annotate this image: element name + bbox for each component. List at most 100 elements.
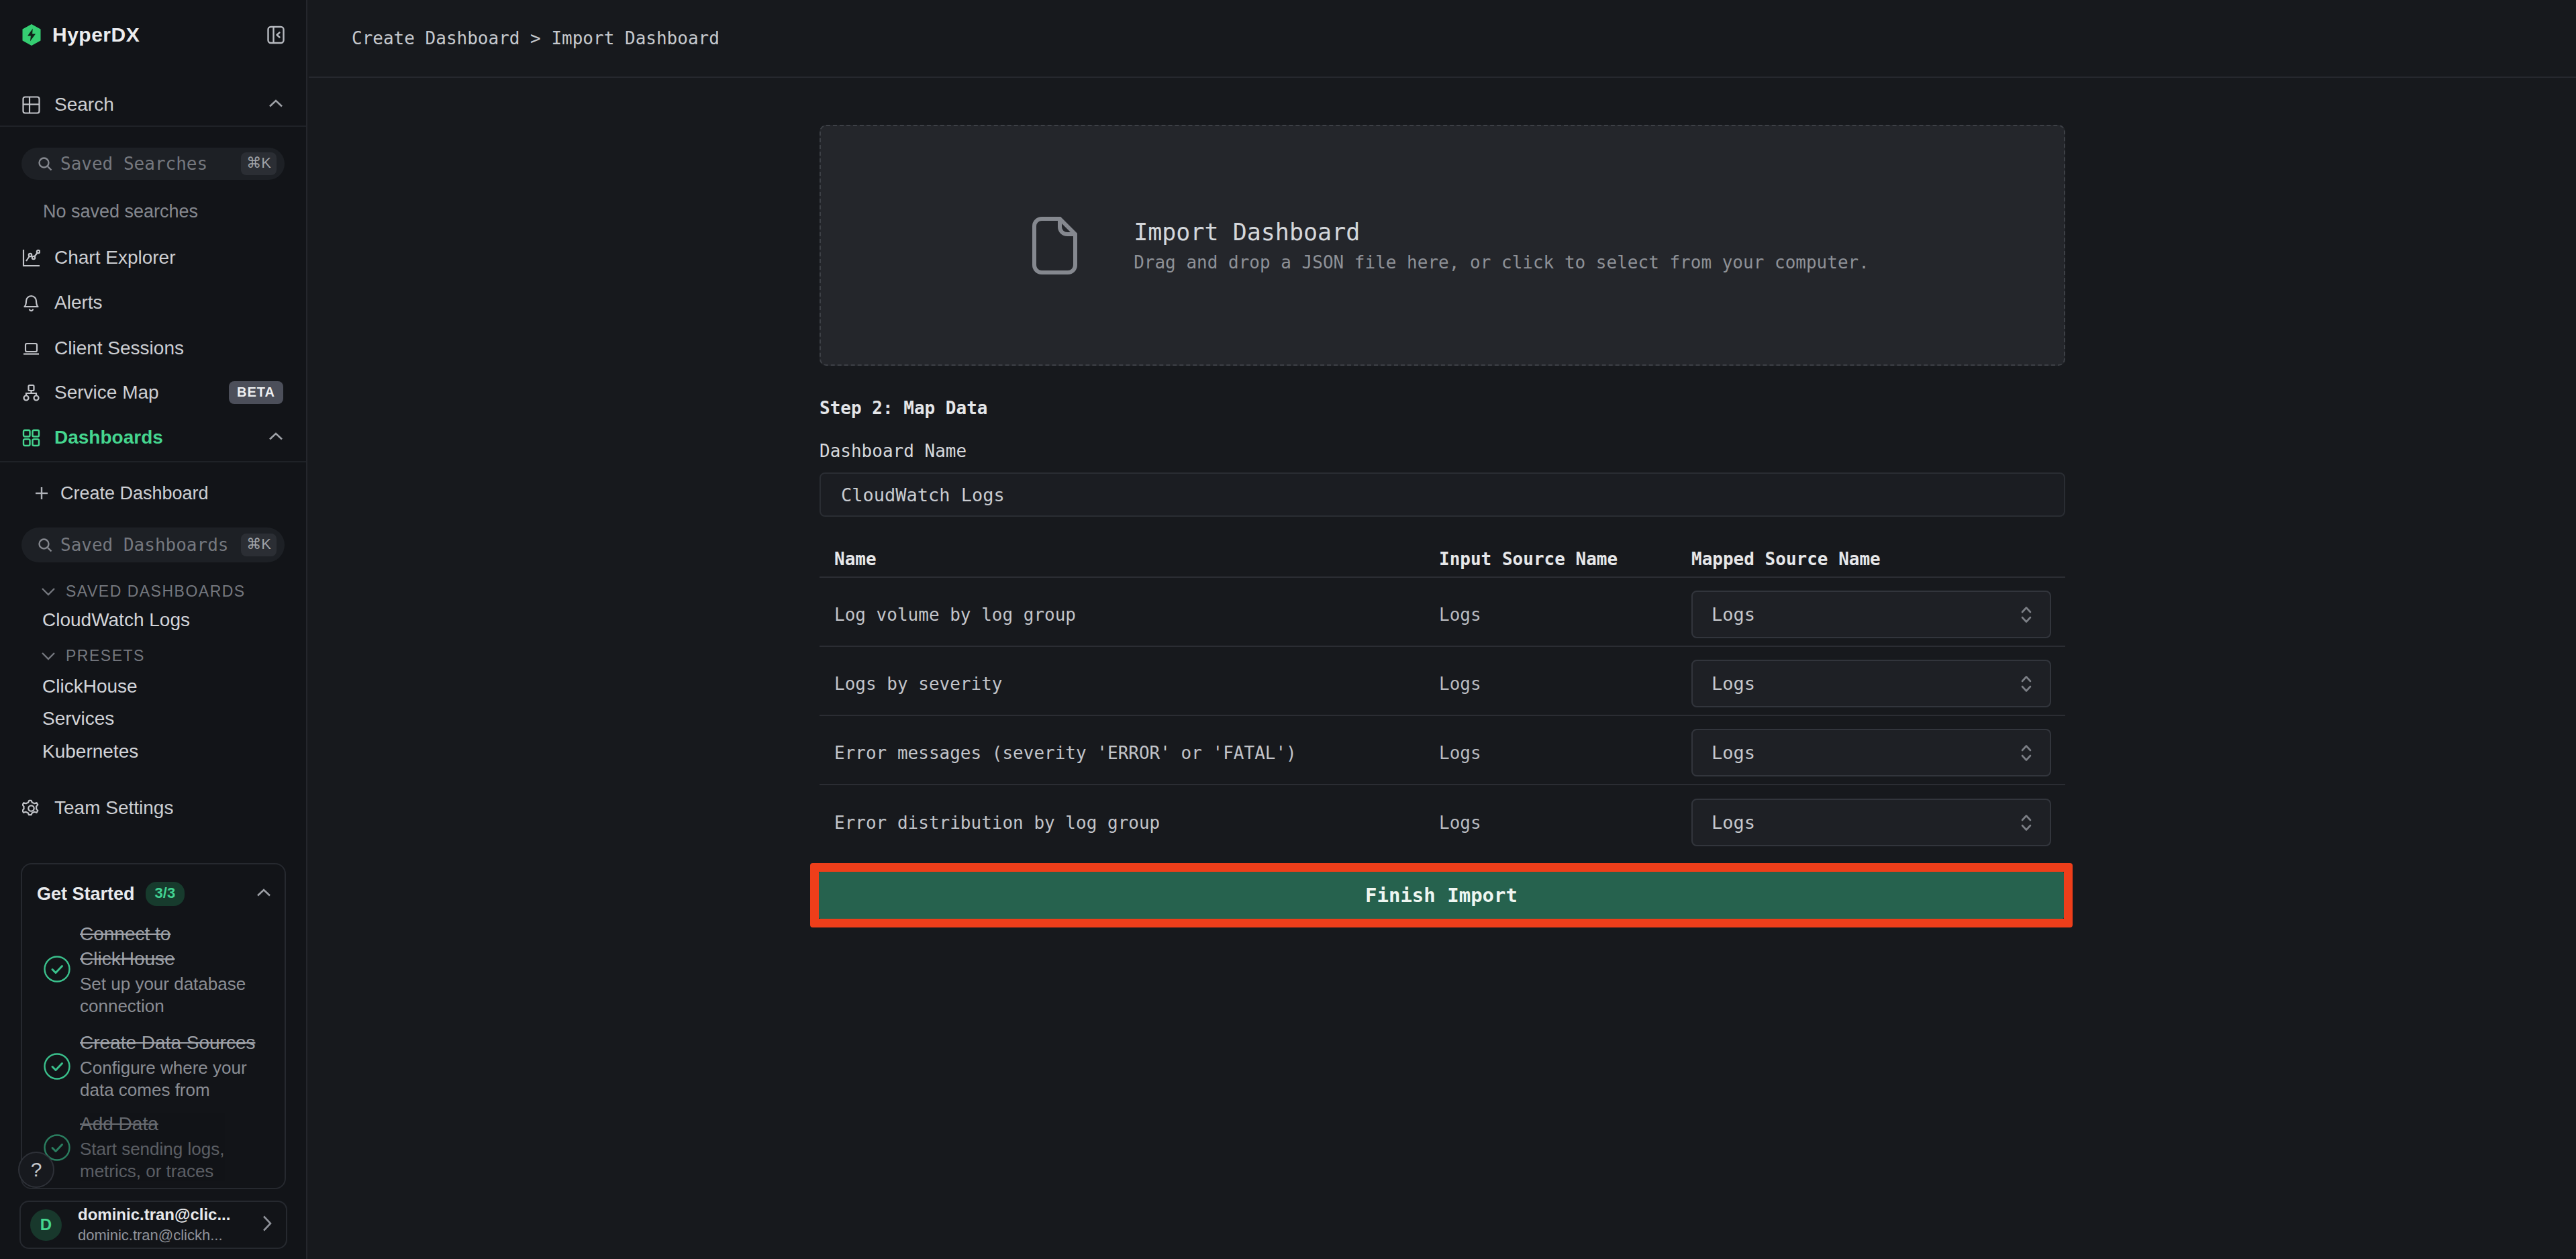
mapped-source-select[interactable]: Logs: [1691, 729, 2051, 776]
divider: [0, 125, 306, 127]
breadcrumb: Create Dashboard > Import Dashboard: [352, 28, 720, 48]
dashboard-name-label: Dashboard Name: [820, 441, 2065, 461]
mapped-source-select[interactable]: Logs: [1691, 799, 2051, 846]
search-label: Search: [54, 94, 114, 115]
chevron-up-icon[interactable]: [268, 99, 283, 111]
select-chevrons-icon: [2019, 813, 2034, 833]
nav-label: Dashboards: [54, 427, 163, 448]
saved-dashboards-placeholder: Saved Dashboards: [60, 535, 228, 555]
search-nav-icon: [22, 96, 40, 114]
mapped-source-select[interactable]: Logs: [1691, 591, 2051, 638]
shortcut-badge: ⌘K: [241, 152, 277, 175]
chevron-up-icon[interactable]: [268, 432, 283, 444]
topbar: Create Dashboard > Import Dashboard: [309, 0, 2576, 78]
table-row: Logs by severity Logs Logs: [820, 647, 2065, 716]
nav-label: Service Map: [54, 382, 159, 403]
column-header-input-source: Input Source Name: [1439, 549, 1691, 569]
service-map-icon: [22, 384, 40, 402]
mapping-table: Name Input Source Name Mapped Source Nam…: [820, 517, 2065, 854]
plus-icon: [34, 485, 50, 501]
user-name: dominic.tran@clic...: [78, 1205, 230, 1224]
chevron-down-icon: [41, 652, 56, 660]
sidebar-item-service-map[interactable]: Service Map BETA: [0, 370, 306, 415]
create-dashboard-label: Create Dashboard: [60, 483, 209, 504]
sidebar-item-cloudwatch-logs[interactable]: CloudWatch Logs: [42, 609, 190, 631]
table-row: Log volume by log group Logs Logs: [820, 578, 2065, 647]
bell-icon: [22, 294, 40, 312]
help-button[interactable]: ?: [18, 1152, 54, 1188]
saved-searches-input[interactable]: Saved Searches ⌘K: [21, 148, 285, 180]
sidebar-item-search[interactable]: Search: [0, 89, 306, 121]
sidebar: HyperDX Search Saved Searches ⌘K No save…: [0, 0, 307, 1259]
finish-import-button[interactable]: Finish Import: [819, 872, 2064, 919]
chevron-up-icon[interactable]: [256, 888, 271, 900]
saved-dashboards-input[interactable]: Saved Dashboards ⌘K: [21, 527, 285, 562]
check-circle-icon: [43, 1052, 71, 1080]
team-settings-label: Team Settings: [54, 797, 173, 819]
chevron-right-icon: [262, 1215, 273, 1235]
sidebar-item-team-settings[interactable]: Team Settings: [0, 786, 306, 830]
dashboards-icon: [22, 429, 40, 447]
collapse-sidebar-icon[interactable]: [267, 26, 285, 44]
sidebar-item-chart-explorer[interactable]: Chart Explorer: [0, 236, 306, 280]
no-saved-searches-text: No saved searches: [43, 201, 198, 222]
divider: [0, 461, 306, 462]
get-started-item[interactable]: Connect to ClickHouse Set up your databa…: [80, 921, 269, 1017]
get-started-title: Get Started: [37, 884, 135, 905]
search-icon: [38, 156, 52, 171]
gear-icon: [22, 799, 40, 817]
sidebar-item-alerts[interactable]: Alerts: [0, 281, 306, 325]
chart-explorer-icon: [22, 249, 40, 267]
dashboard-name-input[interactable]: CloudWatch Logs: [820, 472, 2065, 517]
user-menu[interactable]: D dominic.tran@clic... dominic.tran@clic…: [19, 1201, 287, 1249]
select-chevrons-icon: [2019, 605, 2034, 625]
nav-label: Chart Explorer: [54, 247, 176, 268]
logo-row: HyperDX: [0, 20, 306, 50]
chevron-down-icon: [41, 587, 56, 596]
get-started-item-title: Connect to ClickHouse: [80, 921, 269, 971]
hyperdx-logo-icon: [21, 24, 42, 46]
table-row: Error distribution by log group Logs Log…: [820, 785, 2065, 854]
user-email: dominic.tran@clickh...: [78, 1227, 230, 1244]
sidebar-item-client-sessions[interactable]: Client Sessions: [0, 326, 306, 370]
get-started-item[interactable]: Add Data Start sending logs, metrics, or…: [80, 1111, 269, 1182]
user-info: dominic.tran@clic... dominic.tran@clickh…: [78, 1205, 230, 1244]
laptop-icon: [22, 340, 40, 358]
select-chevrons-icon: [2019, 674, 2034, 694]
get-started-item-title: Create Data Sources: [80, 1030, 269, 1055]
get-started-item-title: Add Data: [80, 1111, 269, 1136]
get-started-item-desc: Set up your database connection: [80, 973, 269, 1017]
mapped-source-select[interactable]: Logs: [1691, 660, 2051, 707]
column-header-name: Name: [834, 549, 1439, 569]
check-circle-icon: [43, 955, 71, 983]
column-header-mapped-source: Mapped Source Name: [1691, 549, 2065, 569]
get-started-item-desc: Start sending logs, metrics, or traces: [80, 1138, 269, 1182]
get-started-header[interactable]: Get Started 3/3: [37, 880, 271, 907]
get-started-panel: Get Started 3/3 Connect to ClickHouse Se…: [21, 863, 286, 1189]
create-dashboard-button[interactable]: Create Dashboard: [0, 477, 306, 509]
import-dropzone[interactable]: Import Dashboard Drag and drop a JSON fi…: [820, 125, 2065, 366]
beta-badge: BETA: [229, 381, 283, 404]
saved-dashboards-section-header[interactable]: SAVED DASHBOARDS: [41, 583, 246, 601]
saved-searches-placeholder: Saved Searches: [60, 154, 207, 174]
step-title: Step 2: Map Data: [820, 398, 2065, 418]
presets-section-header[interactable]: PRESETS: [41, 647, 145, 665]
avatar: D: [30, 1209, 62, 1241]
file-icon: [1032, 217, 1077, 274]
sidebar-item-kubernetes[interactable]: Kubernetes: [42, 741, 138, 762]
table-row: Error messages (severity 'ERROR' or 'FAT…: [820, 716, 2065, 785]
shortcut-badge: ⌘K: [241, 534, 277, 556]
get-started-item[interactable]: Create Data Sources Configure where your…: [80, 1030, 269, 1101]
app-title: HyperDX: [52, 23, 140, 46]
nav-label: Alerts: [54, 292, 103, 313]
sidebar-item-services[interactable]: Services: [42, 708, 114, 729]
get-started-progress-badge: 3/3: [146, 882, 185, 906]
help-label: ?: [31, 1158, 42, 1181]
dropzone-title: Import Dashboard: [1134, 217, 1869, 247]
select-chevrons-icon: [2019, 743, 2034, 763]
sidebar-item-clickhouse[interactable]: ClickHouse: [42, 676, 138, 697]
sidebar-item-dashboards[interactable]: Dashboards: [0, 415, 306, 460]
main-area: Create Dashboard > Import Dashboard Impo…: [309, 0, 2576, 1259]
table-header-row: Name Input Source Name Mapped Source Nam…: [820, 517, 2065, 578]
dropzone-subtitle: Drag and drop a JSON file here, or click…: [1134, 251, 1869, 274]
